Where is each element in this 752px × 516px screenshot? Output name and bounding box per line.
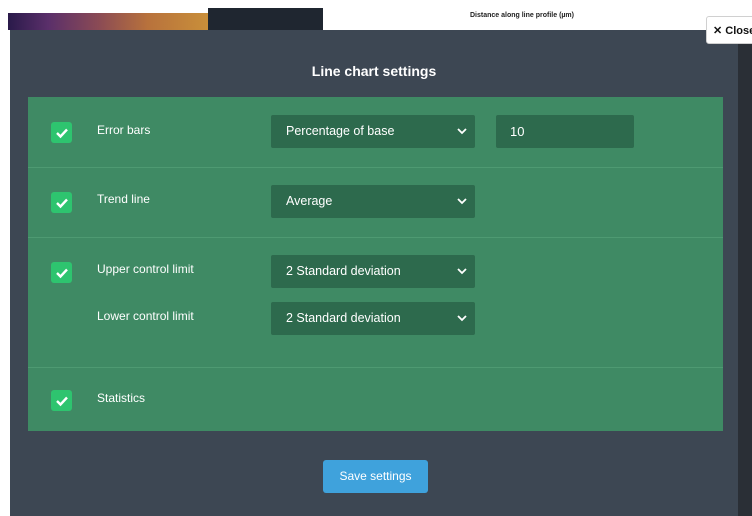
trend-line-checkbox[interactable] bbox=[51, 192, 72, 213]
background-axis-title: Distance along line profile (µm) bbox=[470, 12, 574, 19]
upper-control-limit-select[interactable]: 2 Standard deviation bbox=[271, 255, 475, 288]
control-limits-row: Upper control limit 2 Standard deviation… bbox=[28, 237, 723, 368]
error-bars-value-input[interactable]: 10 bbox=[496, 115, 634, 148]
settings-panel: Error bars Percentage of base 10 Trend l… bbox=[28, 97, 723, 431]
close-icon: ✕ bbox=[713, 25, 723, 37]
line-chart-settings-modal: Line chart settings Error bars Percentag… bbox=[10, 30, 738, 516]
check-icon bbox=[55, 396, 68, 406]
statistics-checkbox[interactable] bbox=[51, 390, 72, 411]
modal-title: Line chart settings bbox=[311, 63, 437, 79]
control-limit-checkbox[interactable] bbox=[51, 262, 72, 283]
check-icon bbox=[55, 198, 68, 208]
check-icon bbox=[55, 268, 68, 278]
error-bars-select[interactable]: Percentage of base bbox=[271, 115, 475, 148]
trend-line-select-value: Average bbox=[286, 194, 333, 208]
background-panel bbox=[208, 8, 323, 30]
close-label: Close bbox=[725, 25, 752, 37]
chevron-down-icon bbox=[457, 185, 467, 218]
background-side-panel bbox=[737, 30, 752, 516]
statistics-row: Statistics bbox=[28, 367, 723, 432]
lower-control-limit-label: Lower control limit bbox=[97, 309, 194, 323]
upper-control-limit-label: Upper control limit bbox=[97, 262, 194, 276]
lower-control-limit-select-value: 2 Standard deviation bbox=[286, 311, 401, 325]
save-settings-button[interactable]: Save settings bbox=[323, 460, 428, 493]
error-bars-label: Error bars bbox=[97, 123, 151, 137]
close-button[interactable]: ✕ Close bbox=[706, 16, 752, 44]
trend-line-row: Trend line Average bbox=[28, 167, 723, 238]
error-bars-checkbox[interactable] bbox=[51, 122, 72, 143]
trend-line-label: Trend line bbox=[97, 192, 150, 206]
check-icon bbox=[55, 128, 68, 138]
heatmap-thumbnail bbox=[8, 13, 208, 30]
background-app-header: Distance along line profile (µm) bbox=[0, 0, 752, 30]
chevron-down-icon bbox=[457, 255, 467, 288]
error-bars-row: Error bars Percentage of base 10 bbox=[28, 97, 723, 167]
statistics-label: Statistics bbox=[97, 391, 146, 405]
trend-line-select[interactable]: Average bbox=[271, 185, 475, 218]
lower-control-limit-select[interactable]: 2 Standard deviation bbox=[271, 302, 475, 335]
error-bars-select-value: Percentage of base bbox=[286, 124, 395, 138]
upper-control-limit-select-value: 2 Standard deviation bbox=[286, 264, 401, 278]
chevron-down-icon bbox=[457, 115, 467, 148]
chevron-down-icon bbox=[457, 302, 467, 335]
